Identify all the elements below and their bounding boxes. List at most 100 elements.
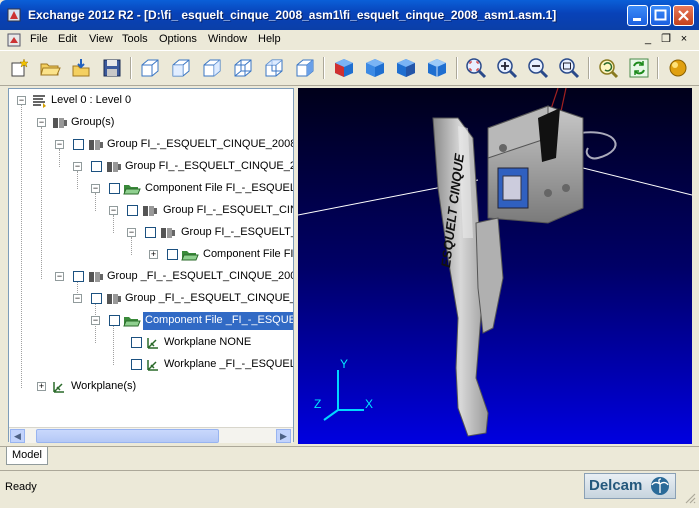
view-iso-1-button[interactable] [138, 56, 162, 80]
shaded-cube-1-button[interactable] [332, 56, 356, 80]
menu-file[interactable]: File [30, 33, 48, 45]
scroll-thumb[interactable] [36, 429, 219, 443]
zoom-box-button[interactable] [557, 56, 581, 80]
zoom-box-icon [559, 58, 580, 79]
refresh-button[interactable] [627, 56, 651, 80]
status-text: Ready [5, 481, 37, 493]
visibility-checkbox[interactable] [91, 293, 102, 304]
menu-help[interactable]: Help [258, 33, 281, 45]
tab-model[interactable]: Model [6, 447, 48, 465]
tree-collapse-toggle[interactable]: − [55, 140, 64, 149]
view-iso-6-button[interactable] [293, 56, 317, 80]
tree-collapse-toggle[interactable]: − [127, 228, 136, 237]
undo-view-button[interactable] [596, 56, 620, 80]
maximize-button[interactable] [650, 5, 671, 26]
mdi-minimize-button[interactable]: _ [640, 32, 656, 47]
tree-line [131, 237, 132, 255]
menu-bar: File Edit View Tools Options Window Help… [0, 30, 699, 50]
toolbar-separator [657, 57, 659, 79]
close-button[interactable] [673, 5, 694, 26]
close-icon [678, 10, 689, 21]
view-iso-1-icon [141, 59, 159, 77]
model-tree[interactable]: − Level 0 : Level 0 − Group(s) − Group F… [8, 88, 294, 442]
zoom-in-button[interactable] [495, 56, 519, 80]
new-model-button[interactable] [7, 56, 31, 80]
visibility-checkbox[interactable] [109, 183, 120, 194]
group-icon [107, 294, 121, 304]
tree-row-component-file-selected[interactable]: Component File _FI_-_ESQUEL [143, 312, 293, 330]
open-folder-icon [123, 185, 141, 195]
scroll-left-button[interactable]: ◀ [10, 429, 25, 443]
visibility-checkbox[interactable] [131, 337, 142, 348]
title-bar: Exchange 2012 R2 - [D:\fi_ esquelt_cinqu… [0, 0, 699, 30]
workplane-icon [147, 360, 158, 371]
tree-collapse-toggle[interactable]: − [91, 316, 100, 325]
visibility-checkbox[interactable] [145, 227, 156, 238]
bottom-tab-bar: Model [0, 446, 699, 467]
view-iso-2-button[interactable] [169, 56, 193, 80]
tree-line [77, 171, 78, 189]
pedal-model: ESQUELT CINQUE Y X Z [298, 88, 692, 437]
zoom-out-icon [528, 58, 549, 79]
axis-z-label: Z [314, 397, 321, 411]
menu-window[interactable]: Window [208, 33, 247, 45]
group-icon [143, 206, 157, 216]
group-icon [161, 228, 175, 238]
shaded-cube-1-icon [335, 59, 353, 77]
visibility-checkbox[interactable] [73, 139, 84, 150]
visibility-checkbox[interactable] [167, 249, 178, 260]
menu-edit[interactable]: Edit [58, 33, 77, 45]
mdi-close-button[interactable]: × [676, 32, 692, 47]
visibility-checkbox[interactable] [91, 161, 102, 172]
tree-collapse-toggle[interactable]: − [55, 272, 64, 281]
view-iso-3-button[interactable] [200, 56, 224, 80]
visibility-checkbox[interactable] [127, 205, 138, 216]
zoom-in-icon [497, 58, 518, 79]
tree-expand-toggle[interactable]: + [149, 250, 158, 259]
minimize-button[interactable] [627, 5, 648, 26]
shaded-cube-3-icon [397, 59, 415, 77]
view-iso-5-button[interactable] [262, 56, 286, 80]
menu-tools[interactable]: Tools [122, 33, 148, 45]
save-icon [103, 59, 121, 77]
menu-options[interactable]: Options [159, 33, 197, 45]
visibility-checkbox[interactable] [131, 359, 142, 370]
open-button[interactable] [38, 56, 62, 80]
tree-horizontal-scrollbar[interactable]: ◀ ▶ [9, 427, 293, 443]
toolbar-separator [130, 57, 132, 79]
undo-view-icon [599, 59, 619, 79]
tree-collapse-toggle[interactable]: − [91, 184, 100, 193]
minimize-icon [633, 18, 641, 21]
tree-collapse-toggle[interactable]: − [37, 118, 46, 127]
toolbar-separator [588, 57, 590, 79]
resize-grip[interactable] [684, 492, 696, 504]
tree-line [113, 325, 114, 365]
menu-view[interactable]: View [89, 33, 113, 45]
visibility-checkbox[interactable] [73, 271, 84, 282]
axis-x-label: X [365, 397, 373, 411]
tree-collapse-toggle[interactable]: − [17, 96, 26, 105]
visibility-checkbox[interactable] [109, 315, 120, 326]
import-icon [72, 59, 90, 77]
3d-viewport[interactable]: ESQUELT CINQUE Y X Z [298, 88, 692, 444]
open-folder-icon [40, 63, 61, 76]
toolbar-separator [323, 57, 325, 79]
group-icon [53, 118, 67, 128]
tree-collapse-toggle[interactable]: − [73, 162, 82, 171]
mdi-restore-button[interactable]: ❐ [658, 32, 674, 47]
tree-collapse-toggle[interactable]: − [109, 206, 118, 215]
import-button[interactable] [69, 56, 93, 80]
material-sphere-button[interactable] [666, 56, 690, 80]
shaded-cube-2-button[interactable] [363, 56, 387, 80]
tree-collapse-toggle[interactable]: − [73, 294, 82, 303]
tree-expand-toggle[interactable]: + [37, 382, 46, 391]
document-icon[interactable] [6, 32, 22, 48]
scroll-right-button[interactable]: ▶ [276, 429, 291, 443]
zoom-fit-button[interactable] [464, 56, 488, 80]
app-icon[interactable] [6, 7, 22, 23]
view-iso-4-button[interactable] [231, 56, 255, 80]
zoom-out-button[interactable] [526, 56, 550, 80]
shaded-cube-3-button[interactable] [394, 56, 418, 80]
shaded-cube-4-button[interactable] [425, 56, 449, 80]
save-button[interactable] [100, 56, 124, 80]
